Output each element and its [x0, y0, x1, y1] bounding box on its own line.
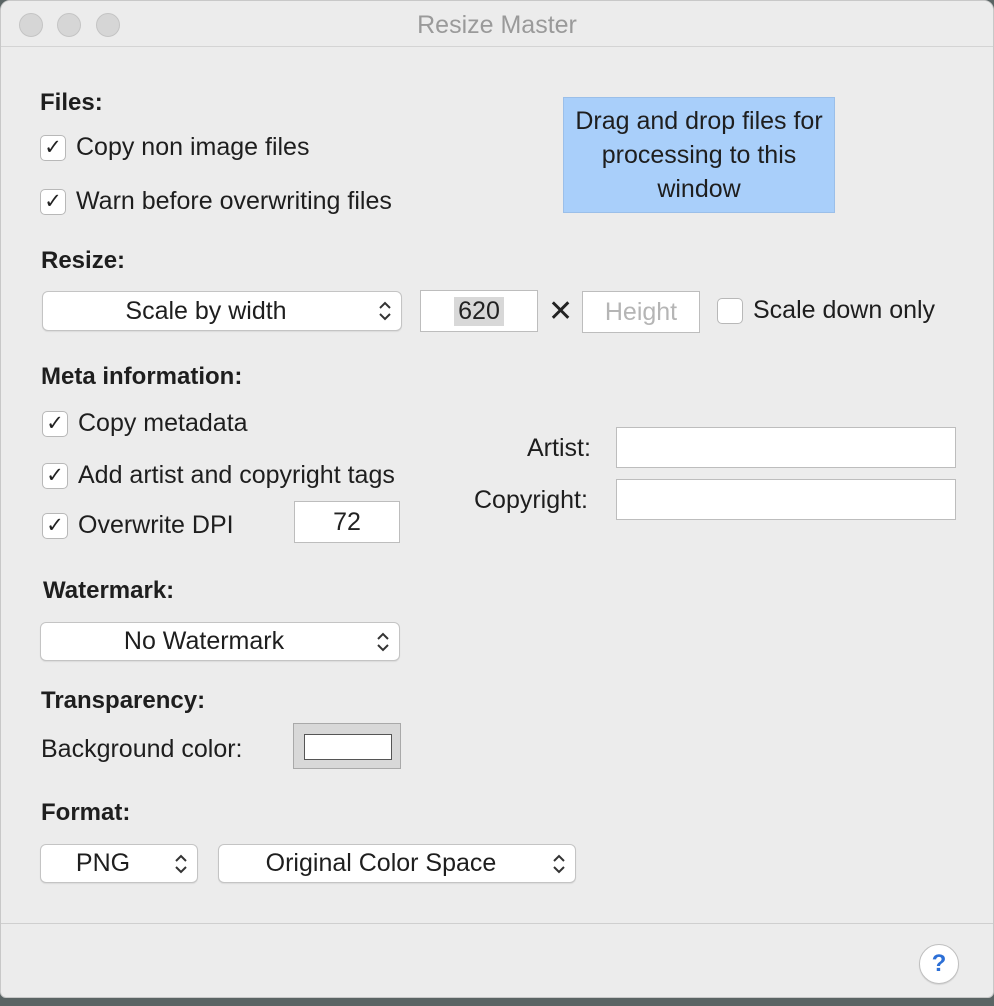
background-color-swatch: [304, 734, 392, 760]
up-down-chevron-icon: [367, 630, 399, 654]
watermark-select[interactable]: No Watermark: [40, 622, 400, 661]
resize-mode-select[interactable]: Scale by width: [42, 291, 402, 331]
height-field[interactable]: [582, 291, 700, 333]
checkmark-icon: ✓: [46, 514, 64, 537]
artist-label: Artist:: [527, 434, 591, 462]
resize-master-window: Resize Master Files: ✓ Copy non image fi…: [0, 0, 994, 998]
checkmark-icon: ✓: [44, 136, 62, 159]
copy-metadata-label: Copy metadata: [78, 409, 248, 437]
window-title: Resize Master: [417, 11, 577, 39]
copy-metadata-checkbox[interactable]: ✓: [42, 410, 68, 437]
transparency-heading: Transparency:: [41, 687, 206, 714]
drop-zone-text: Drag and drop files for processing to th…: [575, 107, 823, 203]
times-icon: ✕: [548, 295, 574, 328]
copyright-field[interactable]: [616, 479, 956, 520]
overwrite-dpi-checkbox[interactable]: ✓: [42, 512, 68, 539]
checkmark-icon: ✓: [46, 412, 64, 435]
background-color-label: Background color:: [41, 735, 243, 763]
artist-input[interactable]: [617, 428, 955, 467]
drop-zone[interactable]: Drag and drop files for processing to th…: [563, 97, 835, 213]
add-tags-checkbox[interactable]: ✓: [42, 462, 68, 489]
watermark-value: No Watermark: [123, 627, 285, 655]
color-space-value: Original Color Space: [265, 849, 497, 877]
dpi-field[interactable]: 72: [294, 501, 400, 543]
resize-heading: Resize:: [41, 247, 126, 274]
title-bar: Resize Master: [1, 1, 993, 47]
height-input[interactable]: [583, 292, 699, 332]
copyright-label: Copyright:: [474, 486, 588, 514]
watermark-heading: Watermark:: [43, 577, 175, 604]
files-heading: Files:: [40, 89, 103, 116]
dpi-value: 72: [333, 507, 361, 536]
copy-non-image-files-label: Copy non image files: [76, 133, 310, 161]
meta-heading: Meta information:: [41, 363, 243, 390]
scale-down-only-checkbox[interactable]: [717, 297, 743, 324]
width-field[interactable]: 620: [420, 290, 538, 332]
copyright-input[interactable]: [617, 480, 955, 519]
format-type-value: PNG: [75, 849, 131, 877]
warn-overwrite-checkbox[interactable]: ✓: [40, 188, 66, 215]
help-icon: ?: [931, 950, 947, 977]
background-color-well[interactable]: [293, 723, 401, 769]
checkmark-icon: ✓: [44, 190, 62, 213]
color-space-select[interactable]: Original Color Space: [218, 844, 576, 883]
bottom-divider: [1, 923, 993, 924]
checkmark-icon: ✓: [46, 464, 64, 487]
overwrite-dpi-option[interactable]: ✓ Overwrite DPI: [42, 511, 234, 540]
copy-non-image-files-option[interactable]: ✓ Copy non image files: [40, 133, 309, 162]
up-down-chevron-icon: [543, 852, 575, 876]
up-down-chevron-icon: [369, 299, 401, 323]
warn-overwrite-label: Warn before overwriting files: [76, 187, 392, 215]
warn-overwrite-option[interactable]: ✓ Warn before overwriting files: [40, 187, 392, 216]
copy-non-image-files-checkbox[interactable]: ✓: [40, 134, 66, 161]
copy-metadata-option[interactable]: ✓ Copy metadata: [42, 409, 248, 438]
artist-field[interactable]: [616, 427, 956, 468]
format-heading: Format:: [41, 799, 131, 826]
up-down-chevron-icon: [165, 852, 197, 876]
scale-down-only-option[interactable]: Scale down only: [717, 296, 935, 325]
help-button[interactable]: ?: [919, 944, 959, 984]
add-tags-label: Add artist and copyright tags: [78, 461, 395, 489]
resize-mode-value: Scale by width: [125, 296, 287, 325]
add-tags-option[interactable]: ✓ Add artist and copyright tags: [42, 461, 395, 490]
format-type-select[interactable]: PNG: [40, 844, 198, 883]
width-value: 620: [454, 296, 504, 326]
scale-down-only-label: Scale down only: [753, 296, 936, 324]
overwrite-dpi-label: Overwrite DPI: [78, 511, 234, 539]
